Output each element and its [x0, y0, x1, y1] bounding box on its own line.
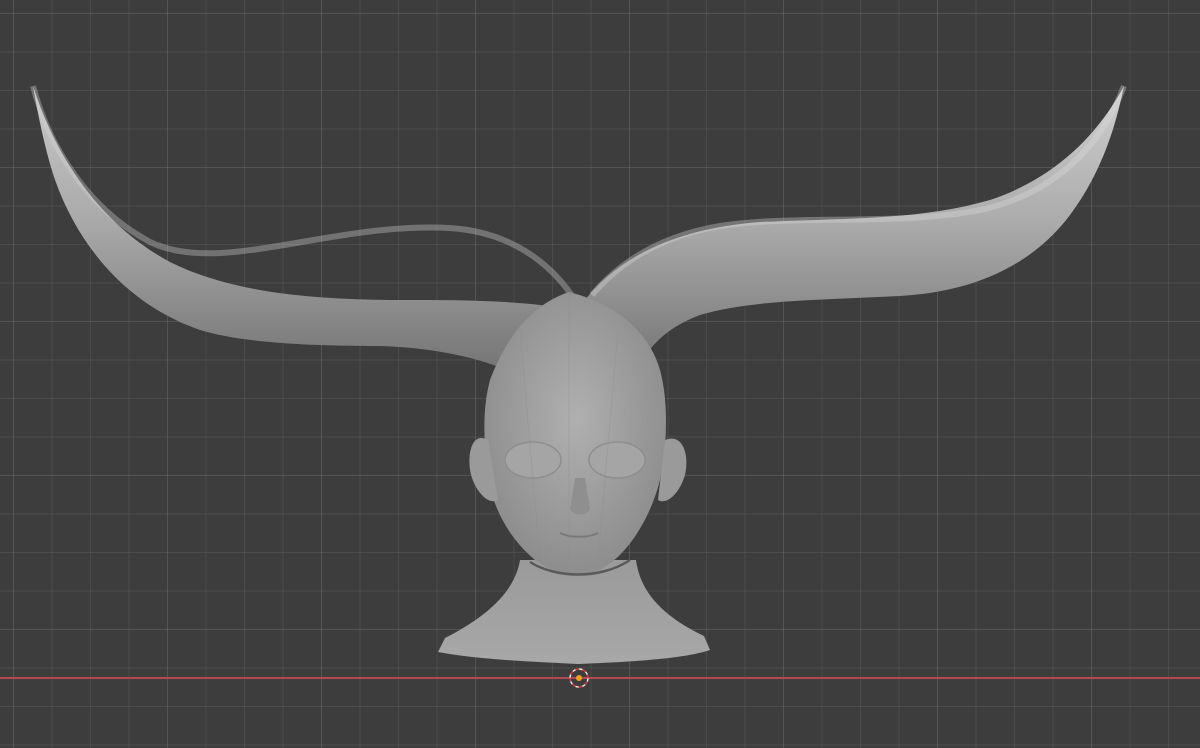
3d-viewport[interactable]	[0, 0, 1200, 748]
3d-cursor-icon[interactable]	[569, 668, 589, 688]
right-horn[interactable]	[585, 84, 1127, 390]
scene-canvas[interactable]	[0, 0, 1200, 748]
left-horn[interactable]	[30, 85, 578, 390]
